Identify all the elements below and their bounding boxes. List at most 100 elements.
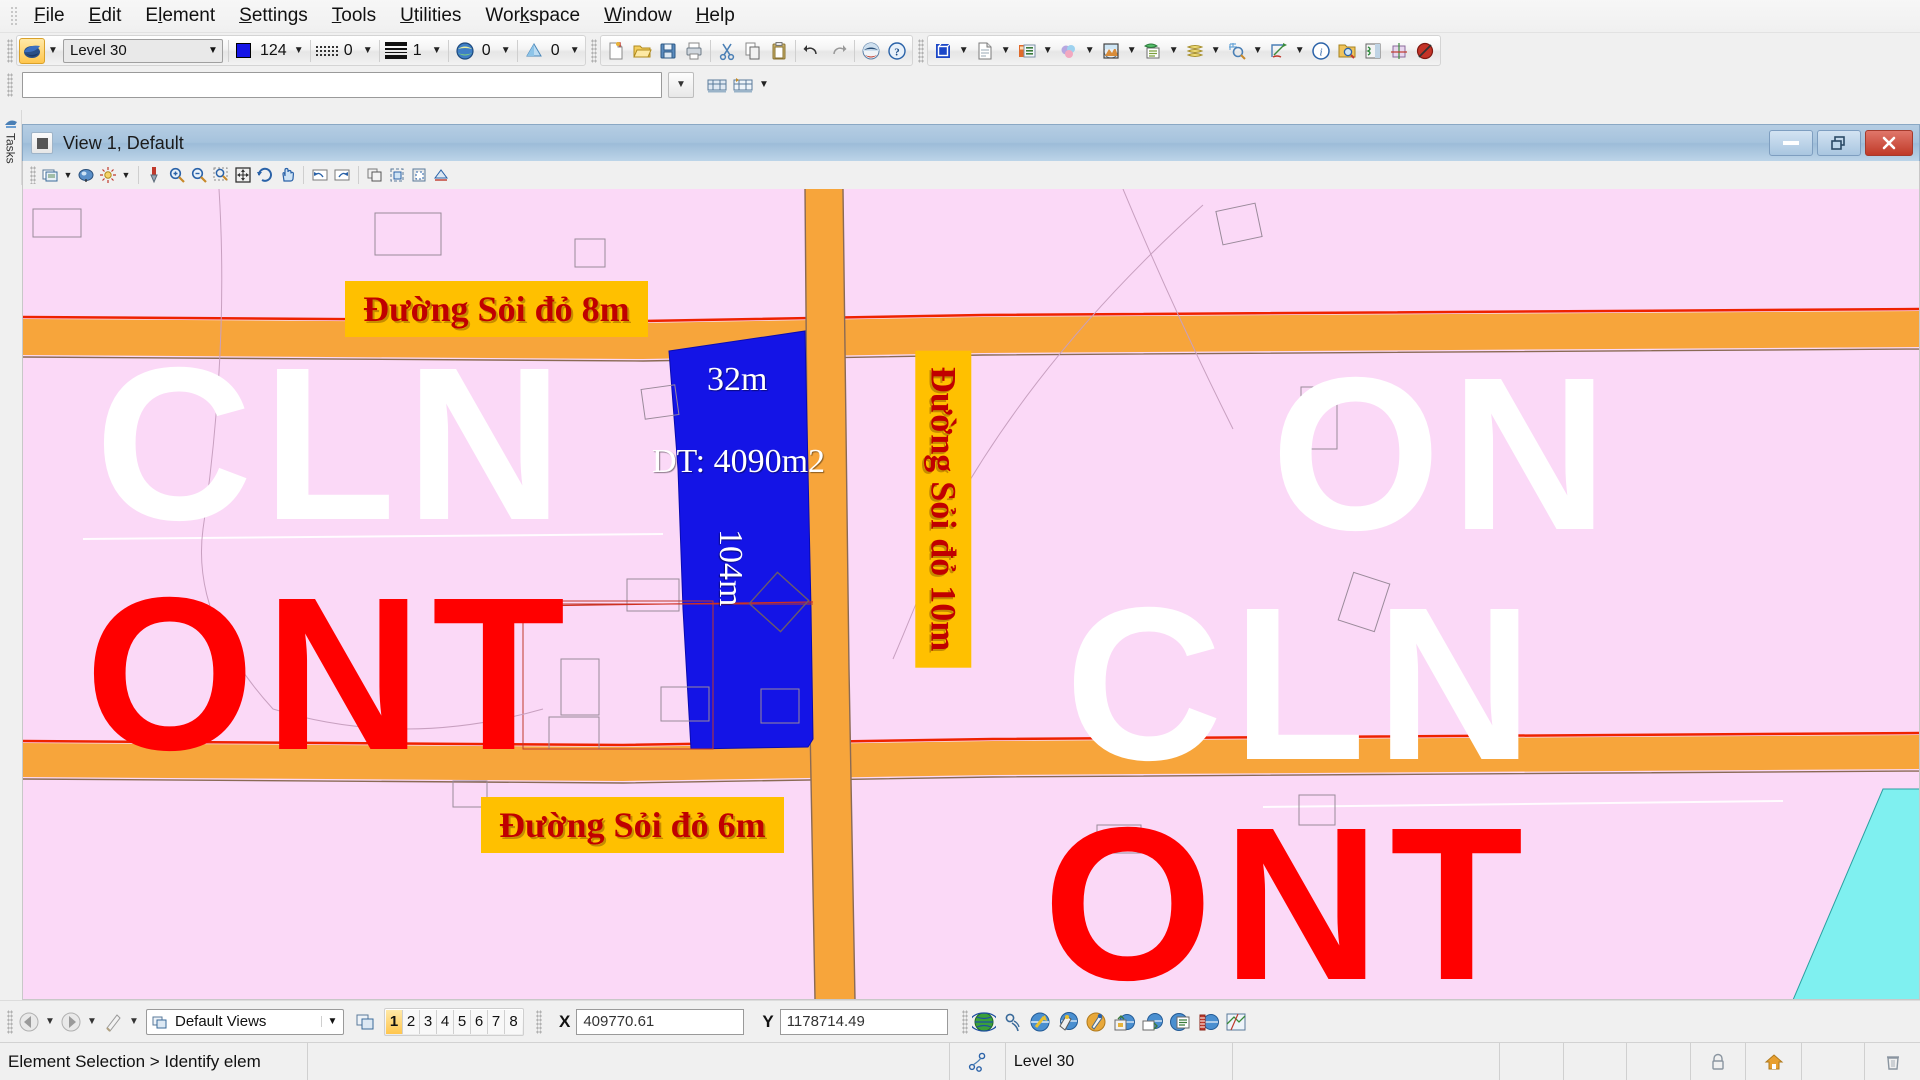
transparency-caret[interactable]: ▼ <box>498 38 514 64</box>
chevron-down-icon[interactable]: ▼ <box>204 45 222 56</box>
line-style-caret[interactable]: ▼ <box>360 38 376 64</box>
info-circle-icon[interactable]: i <box>1308 38 1334 64</box>
priority-caret[interactable]: ▼ <box>567 38 583 64</box>
view-button-1[interactable]: 1 <box>386 1009 403 1034</box>
road-label-8m[interactable]: Đường Sỏi đỏ 8m <box>345 281 648 337</box>
element-selection-caret[interactable]: ▼ <box>1250 38 1266 64</box>
view-brightness-icon[interactable] <box>97 164 119 186</box>
line-style-icon[interactable] <box>314 38 340 64</box>
models-icon[interactable] <box>930 38 956 64</box>
view-button-2[interactable]: 2 <box>403 1009 420 1034</box>
toolbar-grip[interactable] <box>7 38 13 63</box>
clip-volume-icon[interactable] <box>386 164 408 186</box>
color-swatch[interactable] <box>236 43 251 58</box>
keyin-history-icon[interactable] <box>730 72 756 98</box>
drawing-canvas[interactable]: CLN ONT ON CLN ONT Đường Sỏi đỏ 8m Đường… <box>22 189 1920 1000</box>
geo-coordinate-icon[interactable] <box>1027 1009 1053 1035</box>
view-toggle-icon[interactable] <box>352 1009 378 1035</box>
raster-caret[interactable]: ▼ <box>1040 38 1056 64</box>
copy-view-icon[interactable] <box>364 164 386 186</box>
pointer-caret[interactable]: ▼ <box>126 1009 142 1035</box>
keyin-browser-icon[interactable] <box>704 72 730 98</box>
view-display-style-icon[interactable] <box>75 164 97 186</box>
forward-arrow-icon[interactable] <box>58 1009 84 1035</box>
view-group-combo[interactable]: Default Views ▼ <box>146 1008 344 1035</box>
view-previous-icon[interactable] <box>309 164 331 186</box>
view-button-5[interactable]: 5 <box>454 1009 471 1034</box>
back-caret[interactable]: ▼ <box>42 1009 58 1035</box>
references-caret[interactable]: ▼ <box>998 38 1014 64</box>
menu-tools[interactable]: Tools <box>320 2 388 30</box>
active-level-caret[interactable]: ▼ <box>45 38 61 64</box>
view-button-7[interactable]: 7 <box>488 1009 505 1034</box>
geo-marker-icon[interactable] <box>1083 1009 1109 1035</box>
rotate-view-icon[interactable] <box>254 164 276 186</box>
coords-grip[interactable] <box>536 1009 542 1034</box>
level-combo[interactable]: Level 30 ▼ <box>63 38 223 63</box>
view-attributes-caret[interactable]: ▼ <box>61 164 75 186</box>
level-display-caret[interactable]: ▼ <box>1208 38 1224 64</box>
menu-utilities[interactable]: Utilities <box>388 2 473 30</box>
view-button-6[interactable]: 6 <box>471 1009 488 1034</box>
view-button-8[interactable]: 8 <box>505 1009 522 1034</box>
level-manager-caret[interactable]: ▼ <box>1166 38 1182 64</box>
element-snap-icon[interactable] <box>949 1042 1005 1080</box>
geo-toolbar-grip[interactable] <box>961 1009 968 1034</box>
help-icon[interactable]: ? <box>884 38 910 64</box>
microstation-icon[interactable] <box>858 38 884 64</box>
redo-icon[interactable] <box>825 38 851 64</box>
forward-caret[interactable]: ▼ <box>84 1009 100 1035</box>
save-icon[interactable] <box>655 38 681 64</box>
models-caret[interactable]: ▼ <box>956 38 972 64</box>
open-folder-icon[interactable] <box>629 38 655 64</box>
menu-element[interactable]: Element <box>133 2 227 30</box>
point-cloud-caret[interactable]: ▼ <box>1082 38 1098 64</box>
keyin-grip[interactable] <box>7 72 13 97</box>
home-icon[interactable] <box>1745 1042 1801 1080</box>
view-pointer-icon[interactable] <box>100 1009 126 1035</box>
measure-distance-icon[interactable] <box>1266 38 1292 64</box>
geo-select-icon[interactable] <box>1055 1009 1081 1035</box>
pan-view-icon[interactable] <box>276 164 298 186</box>
measure-caret[interactable]: ▼ <box>1292 38 1308 64</box>
clip-mask-icon[interactable] <box>408 164 430 186</box>
chevron-down-icon[interactable]: ▼ <box>668 71 694 98</box>
primary-toolbar-grip[interactable] <box>917 38 924 63</box>
road-label-10m[interactable]: Đường Sỏi đỏ 10m <box>915 350 972 668</box>
road-label-6m[interactable]: Đường Sỏi đỏ 6m <box>481 797 784 853</box>
back-arrow-icon[interactable] <box>16 1009 42 1035</box>
menu-settings[interactable]: Settings <box>227 2 320 30</box>
menu-help[interactable]: Help <box>684 2 747 30</box>
geo-list-icon[interactable] <box>1167 1009 1193 1035</box>
chevron-down-icon[interactable]: ▼ <box>321 1016 343 1027</box>
line-weight-icon[interactable] <box>383 38 409 64</box>
trash-icon[interactable] <box>1864 1042 1920 1080</box>
fit-view-icon[interactable] <box>232 164 254 186</box>
zoom-out-icon[interactable] <box>188 164 210 186</box>
view-button-4[interactable]: 4 <box>437 1009 454 1034</box>
keyin-history-caret[interactable]: ▼ <box>756 72 772 98</box>
view-title-bar[interactable]: View 1, Default <box>22 124 1920 161</box>
cut-icon[interactable] <box>714 38 740 64</box>
copy-icon[interactable] <box>740 38 766 64</box>
zoom-in-icon[interactable] <box>166 164 188 186</box>
new-file-icon[interactable] <box>603 38 629 64</box>
y-input[interactable]: 1178714.49 <box>779 1008 948 1035</box>
level-manager-icon[interactable] <box>1140 38 1166 64</box>
view-button-3[interactable]: 3 <box>420 1009 437 1034</box>
view-control-icon[interactable] <box>31 132 53 154</box>
tasks-rail[interactable]: Tasks <box>0 110 22 185</box>
geo-map-icon[interactable] <box>1223 1009 1249 1035</box>
globe-icon[interactable] <box>971 1009 997 1035</box>
compare-icon[interactable] <box>1360 38 1386 64</box>
find-folder-icon[interactable] <box>1334 38 1360 64</box>
terrain-model-icon[interactable] <box>1098 38 1124 64</box>
priority-icon[interactable] <box>521 38 547 64</box>
active-level-symbology-icon[interactable] <box>19 37 45 64</box>
view-next-icon[interactable] <box>331 164 353 186</box>
transparency-icon[interactable] <box>452 38 478 64</box>
paste-icon[interactable] <box>766 38 792 64</box>
menu-file[interactable]: File <box>22 2 77 30</box>
lock-icon[interactable] <box>1689 1042 1746 1080</box>
print-icon[interactable] <box>681 38 707 64</box>
